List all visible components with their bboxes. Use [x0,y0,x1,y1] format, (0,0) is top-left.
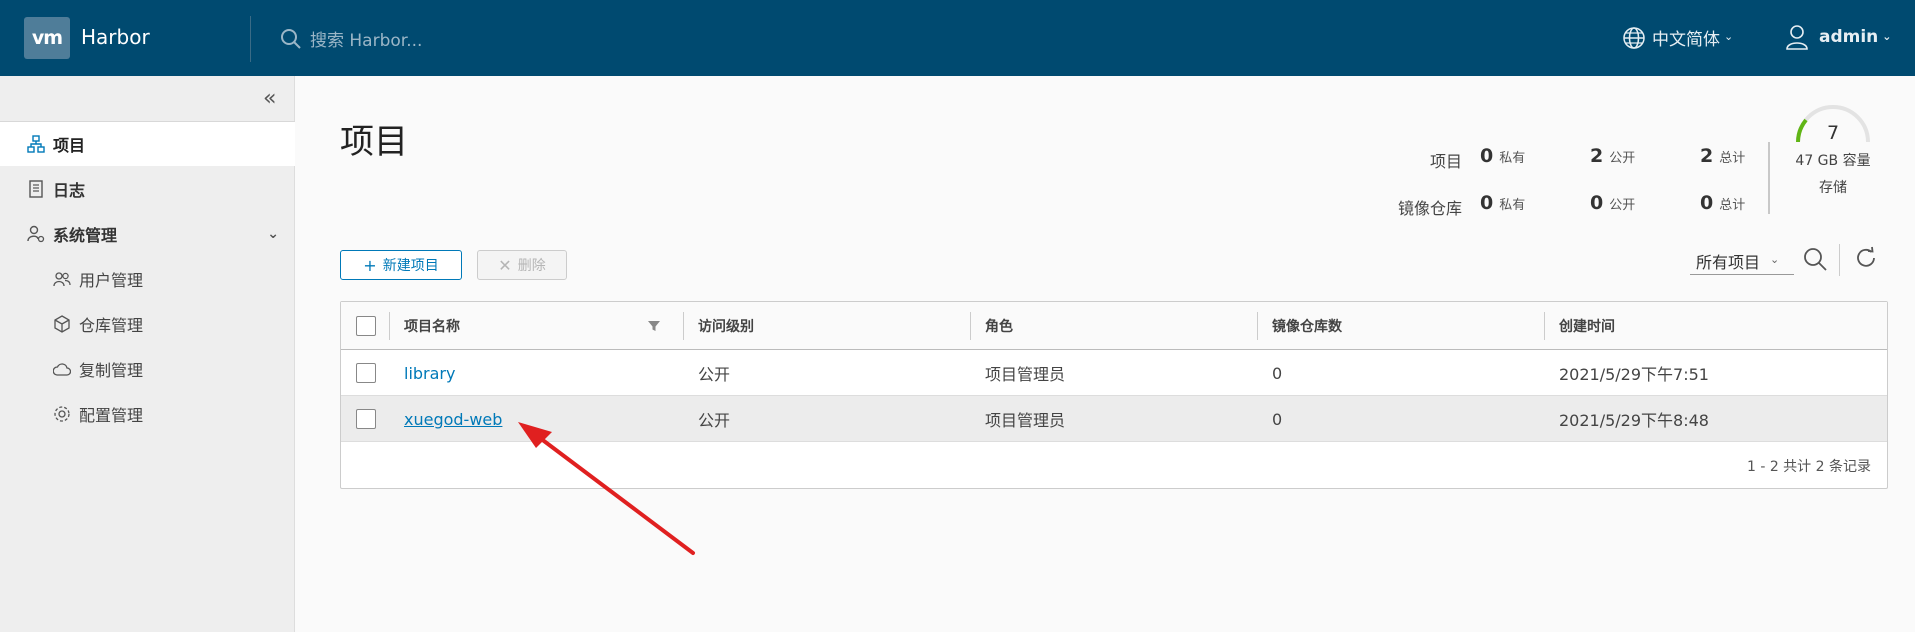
projects-total-stat: 2 总计 [1700,145,1746,167]
page-title: 项目 [340,122,408,162]
sidebar-item-logs[interactable]: 日志 [0,167,295,211]
plus-icon: + [363,255,377,275]
repo-count-cell: 0 [1272,363,1283,383]
table-header: 项目名称 访问级别 角色 镜像仓库数 创建时间 [341,302,1887,350]
search-icon [281,28,301,49]
storage-value: 7 [1826,122,1840,144]
sidebar-item-label: 复制管理 [79,361,144,380]
gear-icon [53,405,71,423]
projects-stat-label: 项目 [1429,152,1462,171]
cloud-icon [53,360,71,378]
row-checkbox[interactable] [356,409,376,429]
storage-gauge: 7 47 GB 容量 存储 [1790,104,1876,204]
chevron-down-icon: ⌄ [1724,30,1734,43]
filter-icon[interactable] [647,320,661,332]
row-checkbox[interactable] [356,363,376,383]
sidebar-item-label: 项目 [53,136,86,155]
projects-public-stat: 2 公开 [1590,145,1636,167]
sidebar-item-registries[interactable]: 仓库管理 [0,302,295,346]
chevron-down-icon: ⌄ [1882,29,1892,43]
globe-icon [1623,26,1645,49]
new-project-button[interactable]: + 新建项目 [340,250,462,280]
collapse-sidebar-icon[interactable]: « [263,86,276,111]
sidebar-item-projects[interactable]: 项目 [0,122,295,166]
column-header-repo-count[interactable]: 镜像仓库数 [1257,302,1544,350]
language-selector[interactable]: 中文简体 ⌄ [1622,25,1733,50]
projects-private-stat: 0 私有 [1480,145,1526,167]
user-icon [1786,25,1808,50]
repo-count-cell: 0 [1272,409,1283,429]
project-name-link[interactable]: library [389,350,455,396]
top-header: vm Harbor 搜索 Harbor... 中文简体 ⌄ admin ⌄ [0,0,1915,76]
sidebar-item-label: 日志 [53,181,86,200]
users-icon [53,270,71,288]
annotation-arrow [518,422,695,555]
sidebar-item-label: 用户管理 [79,271,144,290]
column-header-created[interactable]: 创建时间 [1544,302,1844,350]
storage-capacity: 47 GB 容量 [1795,153,1871,169]
created-time-cell: 2021/5/29下午7:51 [1559,365,1709,384]
repos-private-stat: 0 私有 [1480,192,1526,214]
delete-button[interactable]: ✕ 删除 [477,250,567,280]
sidebar-item-replication[interactable]: 复制管理 [0,347,295,391]
sidebar-item-label: 配置管理 [79,406,144,425]
chevron-down-icon: ⌄ [1770,253,1780,266]
app-name[interactable]: Harbor [81,25,150,49]
vm-logo[interactable]: vm [24,17,70,59]
column-header-role[interactable]: 角色 [970,302,1257,350]
sidebar: « 项目 日志 系统管理 ⌄ 用户管理 仓库管理 复制管理 配置管理 [0,76,295,632]
select-all-checkbox[interactable] [356,316,376,336]
project-name-link[interactable]: xuegod-web [389,396,502,442]
project-filter-select[interactable]: 所有项目 ⌄ [1690,247,1794,275]
refresh-icon[interactable] [1854,246,1878,274]
user-menu[interactable]: admin ⌄ [1785,24,1892,50]
sidebar-item-configuration[interactable]: 配置管理 [0,392,295,436]
search-icon[interactable] [1802,246,1828,276]
box-icon [53,315,71,333]
username: admin [1819,27,1879,47]
sidebar-item-system-admin[interactable]: 系统管理 ⌄ [0,212,295,256]
sidebar-item-users[interactable]: 用户管理 [0,257,295,301]
created-time-cell: 2021/5/29下午8:48 [1559,411,1709,430]
close-icon: ✕ [498,255,512,275]
language-label: 中文简体 [1652,30,1720,50]
user-gear-icon [27,225,45,243]
column-header-access[interactable]: 访问级别 [683,302,970,350]
chevron-down-icon[interactable]: ⌄ [267,226,279,242]
sidebar-item-label: 系统管理 [53,226,118,245]
header-divider [250,16,251,62]
access-level-cell: 公开 [698,365,731,384]
sidebar-item-label: 仓库管理 [79,316,144,335]
repos-public-stat: 0 公开 [1590,192,1636,214]
projects-icon [27,135,45,153]
repos-total-stat: 0 总计 [1700,192,1746,214]
storage-label: 存储 [1819,180,1847,196]
role-cell: 项目管理员 [985,365,1066,384]
global-search[interactable]: 搜索 Harbor... [280,26,422,51]
role-cell: 项目管理员 [985,411,1066,430]
toolbar-divider [1839,244,1840,276]
repos-stat-label: 镜像仓库 [1397,199,1462,218]
log-icon [27,180,45,198]
table-row[interactable]: library 公开 项目管理员 0 2021/5/29下午7:51 [341,350,1887,396]
search-placeholder[interactable]: 搜索 Harbor... [310,26,422,51]
column-header-name[interactable]: 项目名称 [389,302,679,350]
stats-divider [1768,142,1770,214]
